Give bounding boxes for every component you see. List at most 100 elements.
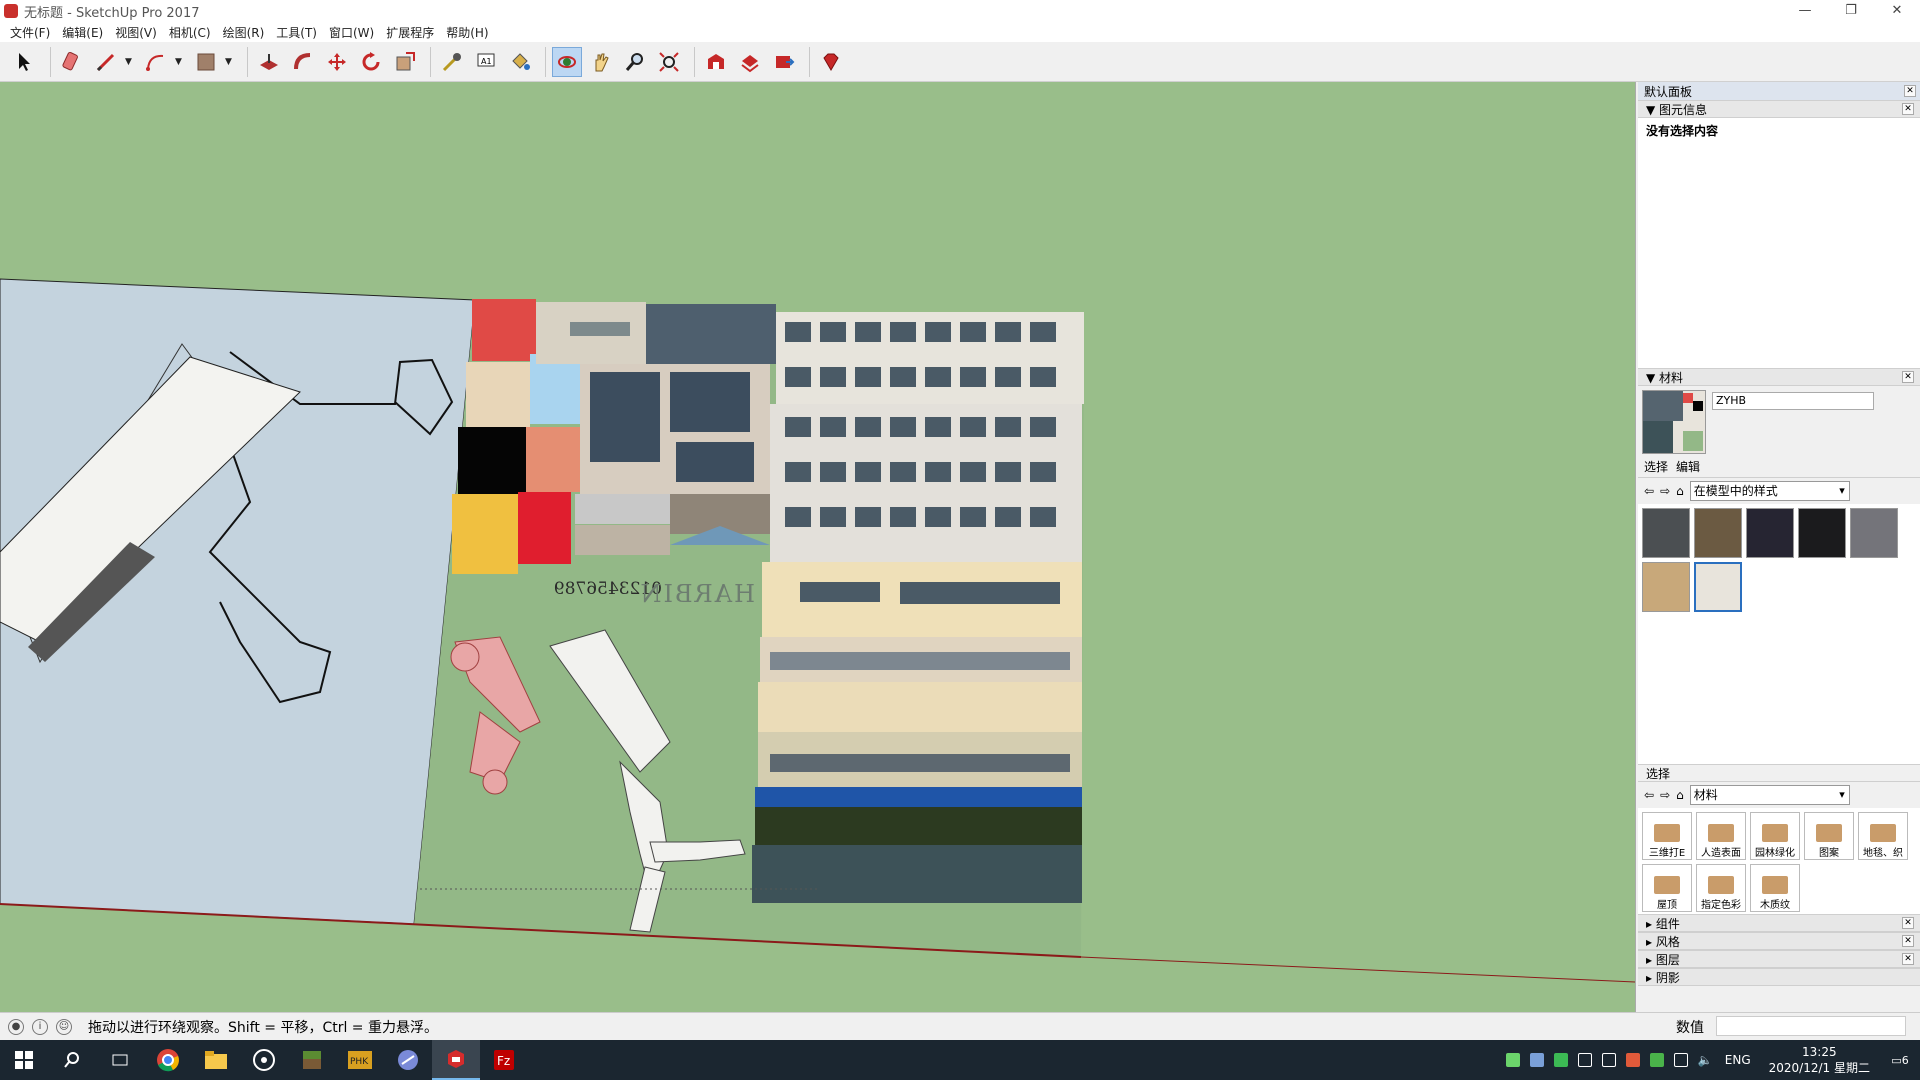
library-folder[interactable]: 图案 (1804, 812, 1854, 860)
tray-close-icon[interactable]: ✕ (1904, 85, 1916, 97)
close-button[interactable]: ✕ (1874, 0, 1920, 22)
ruby-icon[interactable] (816, 47, 846, 77)
usb-icon[interactable] (1601, 1053, 1616, 1067)
sync-icon[interactable] (1577, 1053, 1592, 1067)
library-folder[interactable]: 人造表面 (1696, 812, 1746, 860)
back-arrow-icon[interactable]: ⇦ (1644, 484, 1654, 498)
zoom-extents-icon[interactable] (654, 47, 684, 77)
close-icon[interactable]: ✕ (1902, 935, 1914, 947)
library-folder[interactable]: 木质纹 (1750, 864, 1800, 912)
extension-warehouse-icon[interactable] (769, 47, 799, 77)
shield-icon[interactable] (1649, 1053, 1664, 1067)
material-swatch[interactable] (1642, 508, 1690, 558)
arc-icon[interactable] (141, 47, 171, 77)
pencil-icon[interactable] (91, 47, 121, 77)
app-circle-icon[interactable] (240, 1040, 288, 1080)
materials-header[interactable]: ▼ 材料 ✕ (1638, 368, 1920, 386)
notification-center-icon[interactable]: ▭6 (1880, 1054, 1920, 1067)
menu-file[interactable]: 文件(F) (4, 24, 56, 41)
rotate-icon[interactable] (356, 47, 386, 77)
launcher-icon[interactable] (384, 1040, 432, 1080)
styles-header[interactable]: ▸ 风格 ✕ (1638, 932, 1920, 950)
text-icon[interactable]: A1 (471, 47, 501, 77)
pan-icon[interactable] (586, 47, 616, 77)
paint-bucket-icon[interactable] (505, 47, 535, 77)
volume-icon[interactable]: 🔈 (1698, 1053, 1713, 1067)
measurements-input[interactable] (1716, 1016, 1906, 1036)
shadows-header[interactable]: ▸ 阴影 (1638, 968, 1920, 986)
close-icon[interactable]: ✕ (1902, 953, 1914, 965)
library-folder[interactable]: 园林绿化 (1750, 812, 1800, 860)
menu-help[interactable]: 帮助(H) (440, 24, 494, 41)
phk-icon[interactable]: PHK (336, 1040, 384, 1080)
sketchup-icon[interactable] (432, 1040, 480, 1080)
windows-start-icon[interactable] (0, 1040, 48, 1080)
steam-icon[interactable] (1529, 1053, 1544, 1067)
collection-select[interactable]: 在模型中的样式 (1689, 481, 1850, 501)
select-icon[interactable] (10, 47, 40, 77)
close-icon[interactable]: ✕ (1902, 917, 1914, 929)
scene-canvas[interactable]: 0123456789 HARBIN (0, 82, 1636, 1012)
credits-icon[interactable]: i (32, 1018, 48, 1035)
tab-select[interactable]: 选择 (1644, 458, 1676, 475)
eraser-icon[interactable] (57, 47, 87, 77)
material-swatch[interactable] (1798, 508, 1846, 558)
language-indicator[interactable]: ENG (1725, 1053, 1751, 1067)
model-viewport[interactable]: 0123456789 HARBIN (0, 82, 1636, 1012)
menu-extensions[interactable]: 扩展程序 (380, 24, 440, 41)
follow-me-icon[interactable] (288, 47, 318, 77)
menu-window[interactable]: 窗口(W) (323, 24, 380, 41)
minimize-button[interactable]: — (1782, 0, 1828, 22)
library-folder[interactable]: 地毯、织 (1858, 812, 1908, 860)
tab-edit[interactable]: 编辑 (1676, 458, 1708, 475)
forward-arrow-icon[interactable]: ⇨ (1660, 788, 1670, 802)
material-name-field[interactable]: ZYHB (1712, 392, 1874, 410)
entity-info-header[interactable]: ▼ 图元信息 ✕ (1638, 100, 1920, 118)
menu-edit[interactable]: 编辑(E) (56, 24, 109, 41)
share-model-icon[interactable] (735, 47, 765, 77)
zoom-icon[interactable] (620, 47, 650, 77)
security-icon[interactable] (1625, 1053, 1640, 1067)
pencil-dropdown-icon[interactable]: ▼ (125, 57, 135, 67)
forward-arrow-icon[interactable]: ⇨ (1660, 484, 1670, 498)
back-arrow-icon[interactable]: ⇦ (1644, 788, 1654, 802)
clock[interactable]: 13:25 2020/12/1 星期二 (1769, 1044, 1870, 1076)
task-view-icon[interactable] (96, 1040, 144, 1080)
material-swatch[interactable] (1694, 508, 1742, 558)
filezilla-icon[interactable]: Fz (480, 1040, 528, 1080)
material-swatch[interactable] (1850, 508, 1898, 558)
material-thumbnail[interactable] (1642, 390, 1706, 454)
library-folder[interactable]: 指定色彩 (1696, 864, 1746, 912)
menu-draw[interactable]: 绘图(R) (217, 24, 271, 41)
tape-measure-icon[interactable] (437, 47, 467, 77)
rectangle-icon[interactable] (191, 47, 221, 77)
components-header[interactable]: ▸ 组件 ✕ (1638, 914, 1920, 932)
orbit-icon[interactable] (552, 46, 582, 77)
wechat-icon[interactable] (1553, 1053, 1568, 1067)
shape-dropdown-icon[interactable]: ▼ (225, 57, 235, 67)
menu-tools[interactable]: 工具(T) (270, 24, 323, 41)
minecraft-icon[interactable] (288, 1040, 336, 1080)
layers-header[interactable]: ▸ 图层 ✕ (1638, 950, 1920, 968)
chrome-icon[interactable] (144, 1040, 192, 1080)
arc-dropdown-icon[interactable]: ▼ (175, 57, 185, 67)
library-select[interactable]: 材料 (1689, 785, 1850, 805)
network-icon[interactable] (1673, 1053, 1688, 1067)
material-swatch[interactable] (1746, 508, 1794, 558)
file-explorer-icon[interactable] (192, 1040, 240, 1080)
materials-close-icon[interactable]: ✕ (1902, 371, 1914, 383)
material-swatch-selected[interactable] (1694, 562, 1742, 612)
battery-icon[interactable] (1505, 1053, 1520, 1067)
home-icon[interactable]: ⌂ (1676, 788, 1684, 802)
scale-icon[interactable] (390, 47, 420, 77)
geo-location-icon[interactable]: ● (8, 1018, 24, 1035)
menu-camera[interactable]: 相机(C) (163, 24, 217, 41)
restore-button[interactable]: ❐ (1828, 0, 1874, 22)
warehouse-icon[interactable] (701, 47, 731, 77)
search-icon[interactable] (48, 1040, 96, 1080)
home-icon[interactable]: ⌂ (1676, 484, 1684, 498)
library-folder[interactable]: 三维打E (1642, 812, 1692, 860)
push-pull-icon[interactable] (254, 47, 284, 77)
menu-view[interactable]: 视图(V) (109, 24, 163, 41)
entity-info-close-icon[interactable]: ✕ (1902, 103, 1914, 115)
